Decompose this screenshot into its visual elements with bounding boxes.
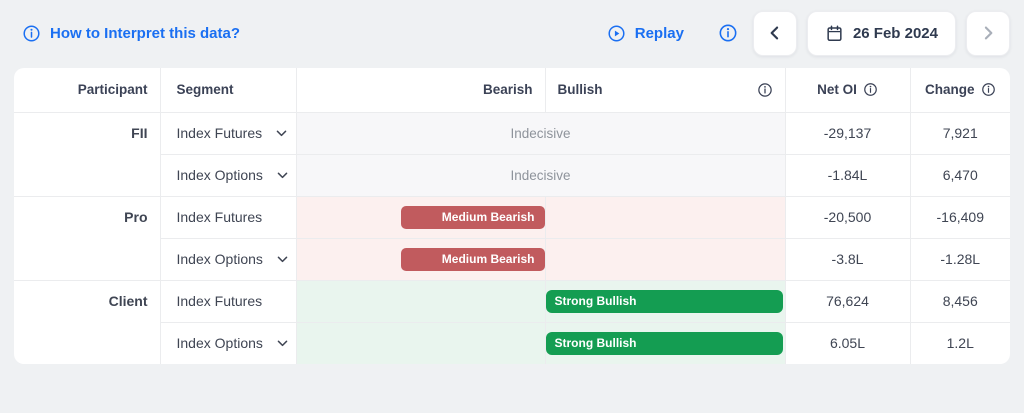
how-to-interpret-label: How to Interpret this data?: [50, 25, 240, 42]
segment-label: Index Options: [177, 335, 263, 351]
participant-cell-pro: Pro: [14, 196, 160, 280]
change-value: -16,409: [910, 196, 1010, 238]
net-oi-value: -3.8L: [785, 238, 910, 280]
participant-table: Participant Segment Bearish Bullish Net …: [14, 68, 1010, 364]
next-date-button[interactable]: [966, 11, 1010, 56]
info-icon: [22, 24, 41, 43]
net-oi-value: 76,624: [785, 280, 910, 322]
participant-cell-client: Client: [14, 280, 160, 364]
col-header-segment: Segment: [160, 68, 296, 112]
segment-label: Index Options: [177, 167, 263, 183]
chevron-down-icon: [274, 126, 289, 141]
segment-cell: Index Futures: [160, 280, 296, 322]
net-oi-value: -20,500: [785, 196, 910, 238]
sentiment-badge: Medium Bearish: [401, 206, 545, 229]
change-header-label: Change: [925, 82, 975, 97]
table-row: Index Options Strong Bullish 6.05L 1.2L: [14, 322, 1010, 364]
bearish-cell: Medium Bearish: [296, 238, 545, 280]
bullish-cell: [545, 238, 785, 280]
table-row: Pro Index Futures Medium Bearish -20,500…: [14, 196, 1010, 238]
change-info-icon[interactable]: [981, 82, 996, 97]
bullish-cell: Strong Bullish: [545, 280, 785, 322]
table-row: FII Index Futures Indecisive -29,137 7,9…: [14, 112, 1010, 154]
change-value: 8,456: [910, 280, 1010, 322]
bearish-cell: [296, 322, 545, 364]
participant-cell-fii: FII: [14, 112, 160, 196]
segment-label: Index Options: [177, 251, 263, 267]
segment-cell: Index Futures: [160, 196, 296, 238]
participant-sentiment-card: Participant Segment Bearish Bullish Net …: [14, 68, 1010, 364]
date-picker-button[interactable]: 26 Feb 2024: [807, 11, 956, 56]
net-oi-value: -1.84L: [785, 154, 910, 196]
segment-dropdown[interactable]: Index Options: [160, 238, 296, 280]
bullish-info-icon[interactable]: [757, 82, 773, 98]
sentiment-cell: Indecisive: [296, 112, 785, 154]
chevron-right-icon: [978, 23, 998, 43]
how-to-interpret-link[interactable]: How to Interpret this data?: [22, 24, 240, 43]
segment-label: Index Futures: [177, 125, 263, 141]
net-oi-value: -29,137: [785, 112, 910, 154]
change-value: -1.28L: [910, 238, 1010, 280]
chevron-down-icon: [275, 252, 290, 267]
segment-dropdown[interactable]: Index Options: [160, 322, 296, 364]
replay-label: Replay: [635, 25, 684, 42]
change-value: 7,921: [910, 112, 1010, 154]
chevron-down-icon: [275, 336, 290, 351]
segment-dropdown[interactable]: Index Options: [160, 154, 296, 196]
bullish-header-label: Bullish: [558, 82, 603, 97]
segment-label: Index Futures: [177, 293, 263, 309]
bearish-cell: Medium Bearish: [296, 196, 545, 238]
chevron-down-icon: [275, 168, 290, 183]
net-oi-value: 6.05L: [785, 322, 910, 364]
sentiment-cell: Indecisive: [296, 154, 785, 196]
replay-info-icon[interactable]: [718, 23, 738, 43]
bullish-cell: [545, 196, 785, 238]
sentiment-badge: Strong Bullish: [546, 290, 783, 313]
col-header-bullish: Bullish: [545, 68, 785, 112]
segment-dropdown[interactable]: Index Futures: [160, 112, 296, 154]
segment-label: Index Futures: [177, 209, 263, 225]
date-label: 26 Feb 2024: [853, 25, 938, 42]
bullish-cell: Strong Bullish: [545, 322, 785, 364]
table-header-row: Participant Segment Bearish Bullish Net …: [14, 68, 1010, 112]
play-circle-icon: [607, 24, 626, 43]
sentiment-badge: Medium Bearish: [401, 248, 545, 271]
chevron-left-icon: [765, 23, 785, 43]
col-header-net-oi: Net OI: [785, 68, 910, 112]
calendar-icon: [825, 24, 844, 43]
table-row: Index Options Medium Bearish -3.8L -1.28…: [14, 238, 1010, 280]
change-value: 6,470: [910, 154, 1010, 196]
net-oi-header-label: Net OI: [817, 82, 857, 97]
change-value: 1.2L: [910, 322, 1010, 364]
net-oi-info-icon[interactable]: [863, 82, 878, 97]
table-row: Client Index Futures Strong Bullish 76,6…: [14, 280, 1010, 322]
bearish-cell: [296, 280, 545, 322]
prev-date-button[interactable]: [753, 11, 797, 56]
table-row: Index Options Indecisive -1.84L 6,470: [14, 154, 1010, 196]
toolbar: How to Interpret this data? Replay 26 Fe…: [0, 0, 1024, 64]
col-header-bearish: Bearish: [296, 68, 545, 112]
info-icon: [718, 23, 738, 43]
col-header-change: Change: [910, 68, 1010, 112]
sentiment-badge: Strong Bullish: [546, 332, 783, 355]
col-header-participant: Participant: [14, 68, 160, 112]
replay-button[interactable]: Replay: [607, 24, 684, 43]
